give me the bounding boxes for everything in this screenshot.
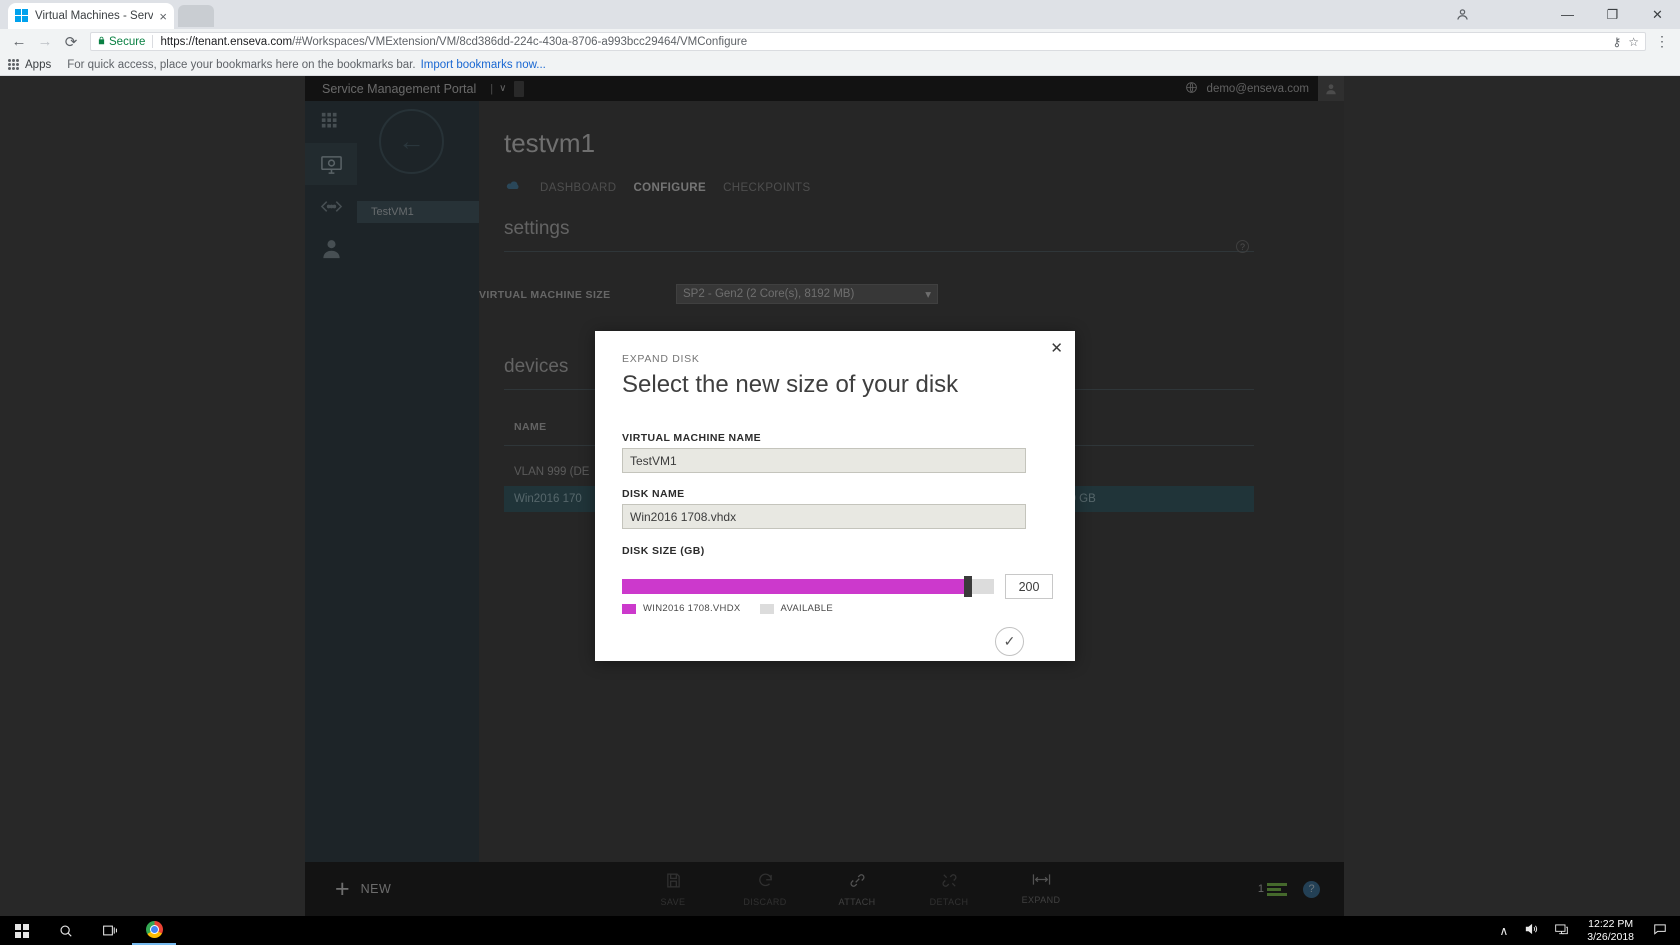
secure-label: Secure bbox=[109, 35, 146, 48]
browser-toolbar: ← → ⟳ Secure https://tenant.enseva.com/#… bbox=[0, 29, 1680, 54]
legend-item-available: AVAILABLE bbox=[759, 603, 834, 614]
minimize-icon[interactable]: — bbox=[1545, 0, 1590, 29]
disk-size-slider-thumb[interactable] bbox=[964, 576, 973, 597]
address-bar[interactable]: Secure https://tenant.enseva.com/#Worksp… bbox=[90, 32, 1646, 51]
browser-tab-title: Virtual Machines - Servic bbox=[35, 10, 154, 22]
search-button[interactable] bbox=[44, 916, 88, 945]
chrome-logo-icon bbox=[145, 921, 163, 938]
volume-icon[interactable] bbox=[1516, 922, 1546, 939]
legend-label-available: AVAILABLE bbox=[780, 603, 834, 614]
disk-size-label: DISK SIZE (GB) bbox=[622, 545, 705, 557]
window-controls: — ❐ ✕ bbox=[1545, 0, 1680, 29]
url-host: https://tenant.enseva.com bbox=[160, 35, 293, 48]
disk-usage-legend: WIN2016 1708.VHDX AVAILABLE bbox=[622, 603, 833, 614]
forward-icon[interactable]: → bbox=[32, 29, 58, 54]
windows-favicon-icon bbox=[15, 9, 29, 23]
page-viewport: Service Management Portal | ∨ demo@ensev… bbox=[0, 76, 1680, 916]
windows-logo-icon bbox=[15, 923, 29, 938]
disk-size-slider-fill bbox=[622, 579, 965, 594]
import-bookmarks-link[interactable]: Import bookmarks now... bbox=[421, 59, 546, 71]
disk-name-label: DISK NAME bbox=[622, 488, 685, 500]
vm-name-label: VIRTUAL MACHINE NAME bbox=[622, 432, 762, 444]
chrome-taskbar-button[interactable] bbox=[132, 916, 176, 945]
chrome-menu-icon[interactable]: ⋮ bbox=[1650, 29, 1674, 54]
disk-name-input[interactable] bbox=[622, 504, 1026, 529]
new-tab-button[interactable] bbox=[178, 5, 214, 27]
disk-size-slider-track[interactable] bbox=[622, 579, 994, 594]
close-icon[interactable]: ✕ bbox=[1050, 341, 1063, 356]
windows-taskbar: ∧ 12:22 PM 3/26/2018 bbox=[0, 916, 1680, 945]
legend-item-used: WIN2016 1708.VHDX bbox=[622, 603, 741, 614]
dialog-title: Select the new size of your disk bbox=[622, 371, 959, 398]
omnibox-divider bbox=[152, 35, 154, 48]
bookmarks-bar: Apps For quick access, place your bookma… bbox=[0, 54, 1680, 76]
apps-label[interactable]: Apps bbox=[25, 59, 51, 71]
lock-icon bbox=[97, 35, 106, 48]
dialog-eyebrow: EXPAND DISK bbox=[622, 353, 700, 365]
clock[interactable]: 12:22 PM 3/26/2018 bbox=[1577, 918, 1644, 943]
expand-disk-dialog: ✕ EXPAND DISK Select the new size of you… bbox=[595, 331, 1075, 661]
bookmark-star-icon[interactable]: ☆ bbox=[1628, 35, 1639, 49]
confirm-button[interactable]: ✓ bbox=[995, 627, 1024, 656]
apps-grid-icon[interactable] bbox=[8, 59, 19, 70]
system-tray: ∧ 12:22 PM 3/26/2018 bbox=[1491, 916, 1680, 945]
tab-close-icon[interactable]: × bbox=[159, 10, 167, 23]
legend-swatch-available bbox=[759, 603, 774, 614]
vm-name-input[interactable] bbox=[622, 448, 1026, 473]
disk-size-slider-group: 200 bbox=[622, 574, 1053, 599]
screen: Virtual Machines - Servic × — ❐ ✕ ← → ⟳ … bbox=[0, 0, 1680, 945]
tray-chevron-icon[interactable]: ∧ bbox=[1491, 924, 1516, 938]
browser-tab[interactable]: Virtual Machines - Servic × bbox=[8, 3, 174, 29]
legend-swatch-used bbox=[622, 603, 636, 614]
maximize-icon[interactable]: ❐ bbox=[1590, 0, 1635, 29]
legend-label-used: WIN2016 1708.VHDX bbox=[643, 603, 741, 614]
back-icon[interactable]: ← bbox=[6, 29, 32, 54]
disk-size-value-box[interactable]: 200 bbox=[1005, 574, 1053, 599]
url-path: /#Workspaces/VMExtension/VM/8cd386dd-224… bbox=[292, 35, 748, 48]
network-icon[interactable] bbox=[1546, 922, 1577, 939]
browser-tabstrip: Virtual Machines - Servic × — ❐ ✕ bbox=[0, 0, 1680, 29]
bookmarks-hint: For quick access, place your bookmarks h… bbox=[67, 58, 416, 71]
password-key-icon[interactable]: ⚷ bbox=[1612, 35, 1621, 49]
url-text: https://tenant.enseva.com/#Workspaces/VM… bbox=[160, 36, 747, 48]
clock-time: 12:22 PM bbox=[1588, 917, 1634, 930]
start-button[interactable] bbox=[0, 916, 44, 945]
notification-center-icon[interactable] bbox=[1644, 922, 1680, 939]
clock-date: 3/26/2018 bbox=[1587, 930, 1634, 943]
profile-avatar-icon[interactable] bbox=[1444, 0, 1480, 29]
task-view-button[interactable] bbox=[88, 916, 132, 945]
reload-icon[interactable]: ⟳ bbox=[58, 29, 84, 54]
disk-size-value: 200 bbox=[1018, 579, 1040, 594]
close-window-icon[interactable]: ✕ bbox=[1635, 0, 1680, 29]
